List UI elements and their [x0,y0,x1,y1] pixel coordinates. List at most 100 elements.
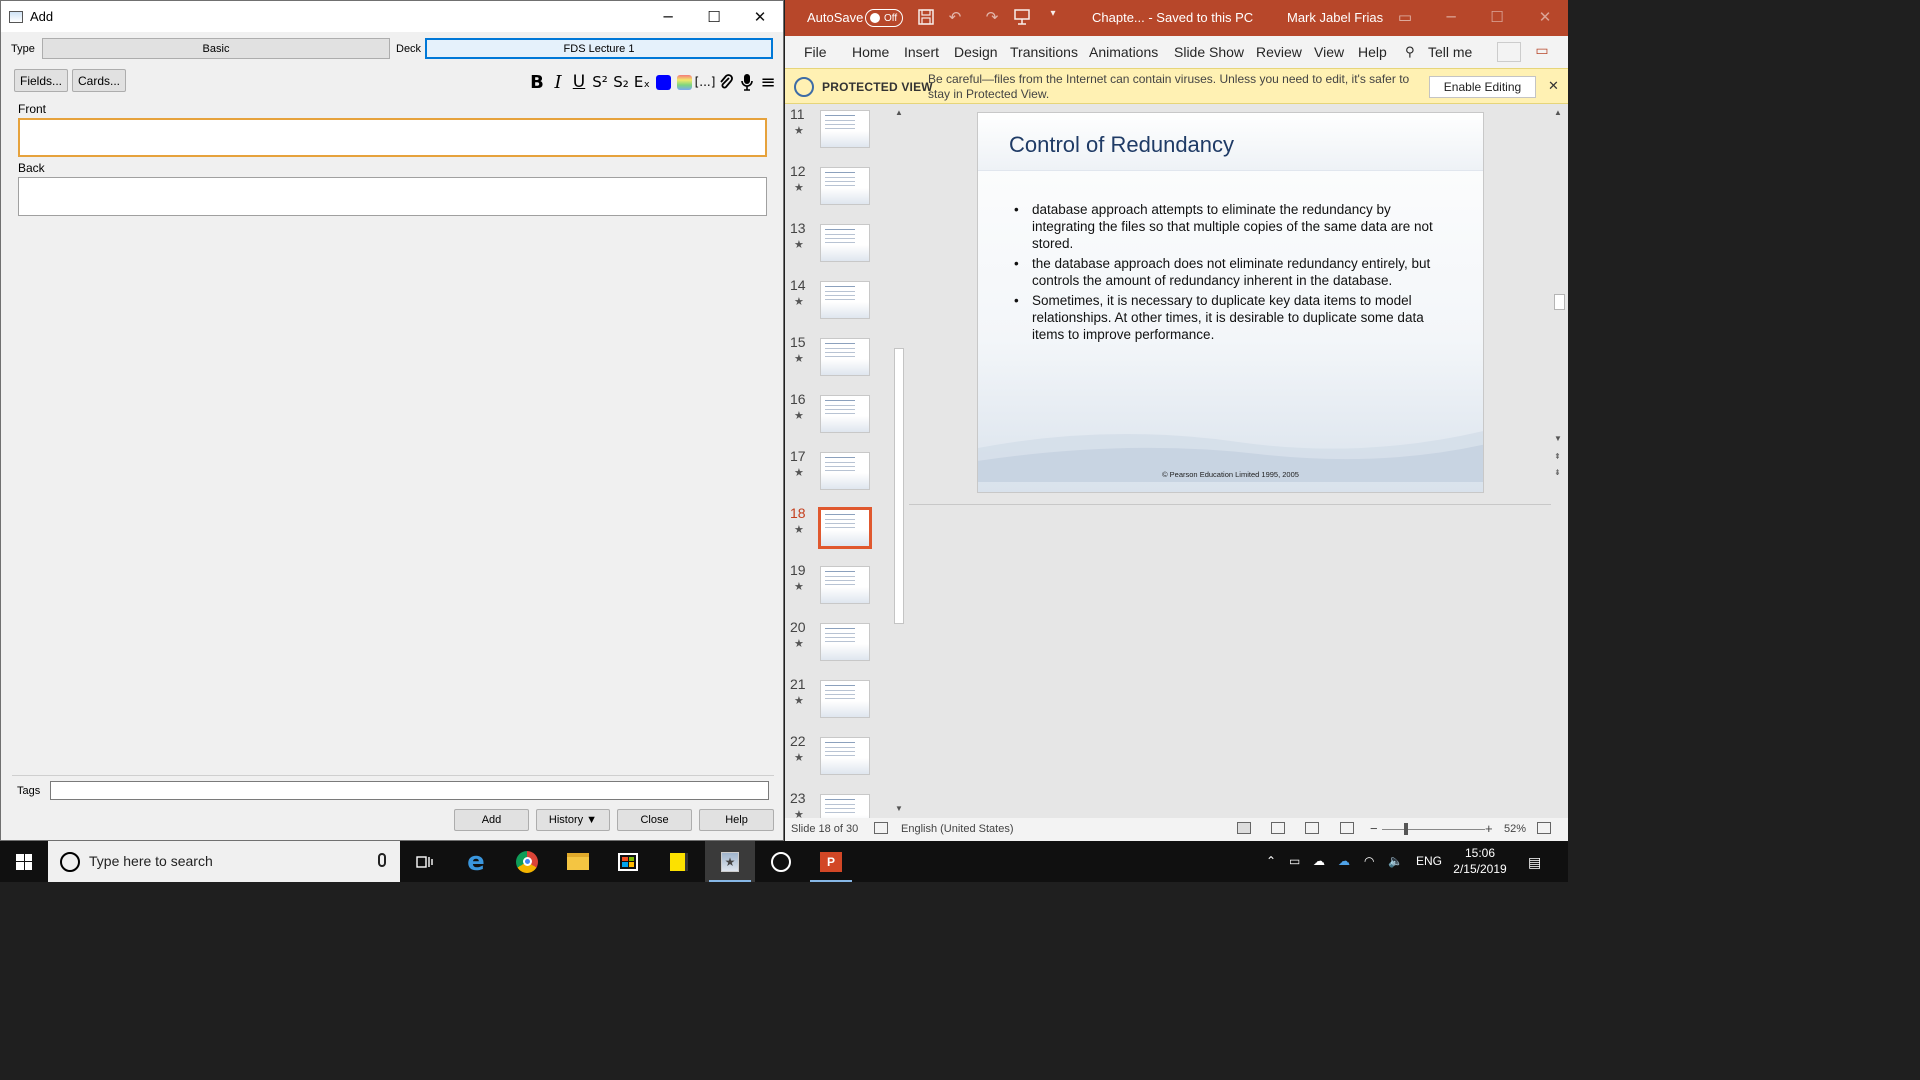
underline-icon[interactable]: U [570,71,588,93]
redo-icon[interactable]: ↷ [982,8,1002,28]
slide-sorter-icon[interactable] [1271,822,1285,834]
slide-thumbnail[interactable] [820,680,870,718]
tab-design[interactable]: Design [954,44,998,60]
file-explorer-icon[interactable] [553,841,603,882]
scrollbar-thumb[interactable] [894,348,904,624]
thumbnail-item[interactable]: 23 ★ [785,790,891,818]
onedrive-icon[interactable]: ☁ [1313,854,1325,868]
task-view-icon[interactable] [400,841,450,882]
scroll-down-icon[interactable]: ▼ [895,804,903,813]
bold-icon[interactable]: B [528,71,546,93]
store-icon[interactable] [603,841,653,882]
battery-icon[interactable]: ▭ [1289,854,1300,868]
tags-input[interactable] [50,781,769,800]
user-name[interactable]: Mark Jabel Frias [1287,10,1383,25]
fit-to-window-icon[interactable] [1537,822,1551,834]
microphone-icon[interactable] [378,853,386,867]
help-button[interactable]: Help [699,809,774,831]
customize-toolbar-icon[interactable]: ▾ [1043,8,1063,28]
volume-icon[interactable]: 🔈 [1388,854,1403,868]
thumbnails-scrollbar[interactable]: ▲ ▼ [891,104,905,818]
close-window-button[interactable]: ✕ [737,1,783,32]
subscript-icon[interactable]: S₂ [612,71,630,93]
cards-button[interactable]: Cards... [72,69,126,92]
undo-icon[interactable]: ↶ [945,8,965,28]
tab-home[interactable]: Home [852,44,889,60]
tab-animations[interactable]: Animations [1089,44,1158,60]
scrollbar-thumb[interactable] [1554,294,1565,310]
scroll-up-icon[interactable]: ▲ [1554,108,1562,117]
ppt-minimize-icon[interactable]: ─ [1441,8,1461,28]
thumbnail-item[interactable]: 12 ★ [785,163,891,220]
thumbnail-item[interactable]: 17 ★ [785,448,891,505]
tab-transitions[interactable]: Transitions [1010,44,1078,60]
tab-slide-show[interactable]: Slide Show [1174,44,1244,60]
spelling-icon[interactable] [874,822,888,834]
minimize-button[interactable]: ─ [645,1,691,32]
slide-scrollbar[interactable]: ▲ ▼ ⇞ ⇟ [1551,104,1568,818]
zoom-out-icon[interactable]: − [1370,821,1378,836]
show-hidden-icons[interactable]: ⌃ [1266,854,1276,868]
ppt-maximize-icon[interactable]: ☐ [1487,8,1507,28]
input-language[interactable]: ENG [1416,854,1442,868]
enable-editing-button[interactable]: Enable Editing [1429,76,1536,98]
current-slide[interactable]: Control of Redundancy database approach … [977,112,1484,493]
tab-insert[interactable]: Insert [904,44,939,60]
thumbnail-item[interactable]: 15 ★ [785,334,891,391]
start-button[interactable] [0,841,48,882]
share-icon[interactable] [1497,42,1521,62]
slide-thumbnail[interactable] [820,566,870,604]
next-slide-icon[interactable]: ⇟ [1554,468,1561,477]
ribbon-display-icon[interactable]: ▭ [1395,8,1415,28]
thumbnail-item-selected[interactable]: 18 ★ [785,505,891,562]
back-field[interactable] [18,177,767,216]
history-button[interactable]: History ▼ [536,809,610,831]
ppt-close-icon[interactable]: ✕ [1535,8,1555,28]
language-status[interactable]: English (United States) [901,823,1014,835]
slide-thumbnail[interactable] [820,452,870,490]
slide-thumbnail[interactable] [820,794,870,818]
tab-file[interactable]: File [804,44,827,60]
search-icon[interactable]: ⚲ [1405,44,1415,60]
scroll-down-icon[interactable]: ▼ [1554,434,1562,443]
tell-me-input[interactable]: Tell me [1428,44,1472,60]
slideshow-view-icon[interactable] [1340,822,1354,834]
thumbnail-item[interactable]: 13 ★ [785,220,891,277]
note-type-selector[interactable]: Basic [42,38,390,59]
italic-icon[interactable]: I [549,71,567,93]
thumbnail-item[interactable]: 16 ★ [785,391,891,448]
front-field[interactable] [18,118,767,157]
edge-icon[interactable]: e [451,841,501,882]
anki-taskbar-icon[interactable]: ★ [705,841,755,882]
tab-view[interactable]: View [1314,44,1344,60]
thumbnail-item[interactable]: 22 ★ [785,733,891,790]
normal-view-icon[interactable] [1237,822,1251,834]
present-icon[interactable] [1012,8,1032,28]
taskbar-search[interactable]: Type here to search [48,841,400,882]
thumbnail-item[interactable]: 19 ★ [785,562,891,619]
slide-thumbnail[interactable] [820,737,870,775]
highlight-color-icon[interactable] [675,71,693,93]
thumbnail-item[interactable]: 20 ★ [785,619,891,676]
slide-thumbnail[interactable] [820,281,870,319]
save-icon[interactable] [916,8,936,28]
clear-format-icon[interactable]: Eₓ [633,71,651,93]
powerpoint-taskbar-icon[interactable]: P [806,841,856,882]
zoom-slider-thumb[interactable] [1404,823,1408,835]
zoom-in-icon[interactable]: + [1485,821,1493,836]
tab-help[interactable]: Help [1358,44,1387,60]
autosave-toggle[interactable]: Off [865,9,903,27]
zoom-slider[interactable] [1382,829,1485,830]
sticky-notes-icon[interactable] [654,841,704,882]
reading-view-icon[interactable] [1305,822,1319,834]
chrome-icon[interactable] [502,841,552,882]
slide-thumbnail[interactable] [820,338,870,376]
thumbnail-item[interactable]: 14 ★ [785,277,891,334]
attach-icon[interactable] [717,71,735,93]
zoom-level[interactable]: 52% [1504,823,1526,835]
system-clock[interactable]: 15:06 2/15/2019 [1444,845,1516,877]
fields-button[interactable]: Fields... [14,69,68,92]
previous-slide-icon[interactable]: ⇞ [1554,452,1561,461]
record-audio-icon[interactable] [738,71,756,93]
cloze-icon[interactable]: [...] [695,71,716,93]
